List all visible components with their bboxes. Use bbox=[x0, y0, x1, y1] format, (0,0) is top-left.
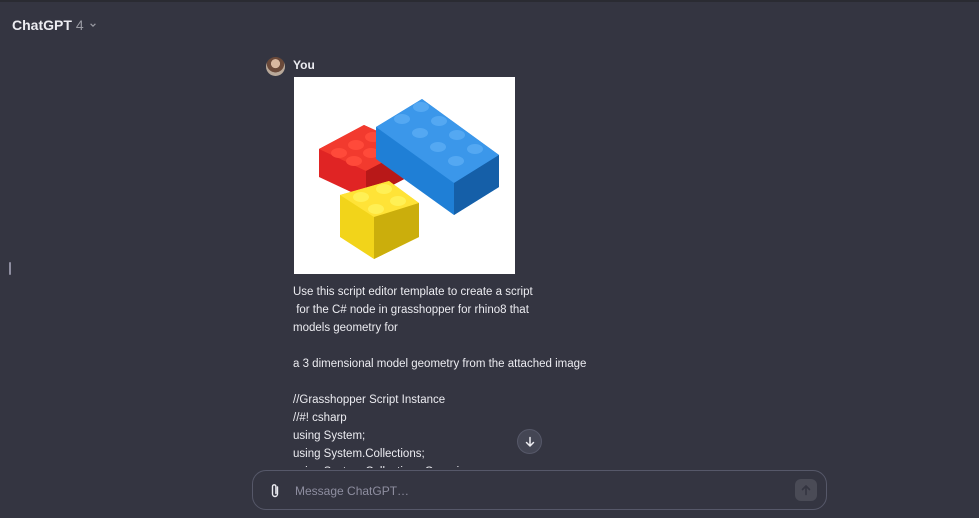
attached-image[interactable] bbox=[294, 77, 515, 274]
sidebar-toggle-handle[interactable] bbox=[9, 262, 11, 275]
model-selector[interactable]: ChatGPT 4 bbox=[12, 17, 97, 33]
paperclip-icon[interactable] bbox=[266, 482, 284, 500]
message-line: using System; bbox=[293, 430, 366, 442]
avatar bbox=[266, 57, 285, 76]
message-composer bbox=[252, 470, 827, 510]
message-line: using System.Collections; bbox=[293, 448, 425, 460]
message-line: using System.Collections.Generic; bbox=[293, 463, 713, 468]
message-line bbox=[293, 373, 713, 391]
message-input[interactable] bbox=[293, 479, 777, 503]
message-author: You bbox=[293, 58, 315, 72]
message-line: //#! csharp bbox=[293, 412, 347, 424]
message-line: a 3 dimensional model geometry from the … bbox=[293, 358, 587, 370]
send-button[interactable] bbox=[795, 479, 817, 501]
scroll-to-bottom-button[interactable] bbox=[517, 429, 542, 454]
message-line bbox=[293, 337, 713, 355]
model-name: ChatGPT bbox=[12, 17, 72, 33]
lego-bricks-image bbox=[319, 99, 499, 259]
arrow-up-icon bbox=[801, 485, 811, 496]
model-version: 4 bbox=[75, 17, 84, 33]
message-line: for the C# node in grasshopper for rhino… bbox=[293, 304, 529, 316]
message-text: Use this script editor template to creat… bbox=[293, 283, 713, 468]
arrow-down-icon bbox=[525, 436, 534, 447]
message-line: //Grasshopper Script Instance bbox=[293, 394, 446, 406]
message-line: models geometry for bbox=[293, 322, 398, 334]
message-line: Use this script editor template to creat… bbox=[293, 286, 533, 298]
chevron-down-icon bbox=[89, 23, 96, 28]
top-bar: ChatGPT 4 bbox=[0, 0, 979, 48]
